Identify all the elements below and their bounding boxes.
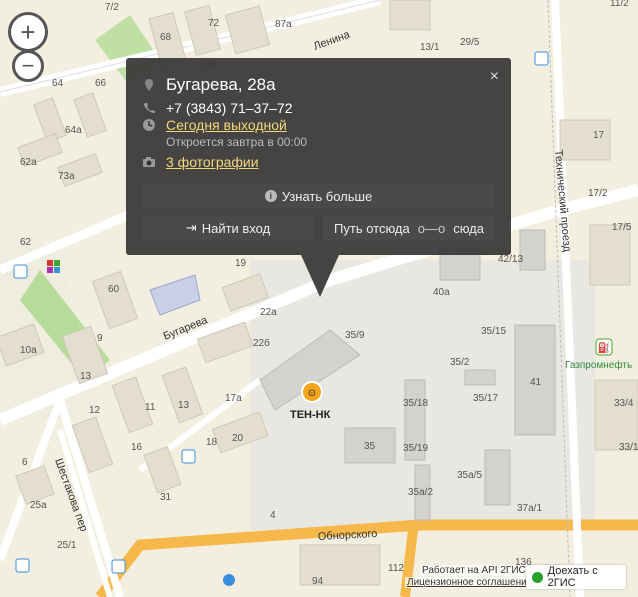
close-icon[interactable]: × [490,68,499,86]
zoom-in-button[interactable]: + [8,12,48,52]
house-number: 35/17 [473,393,498,404]
route-with-2gis-label: Доехать с 2ГИС [547,565,598,589]
house-number: 6 [22,457,28,468]
api-credit[interactable]: Работает на API 2ГИС [420,565,528,576]
route-connector-icon: o—o [417,220,446,236]
house-number: 41 [530,377,542,388]
house-number: 11 [145,402,156,413]
popup-title: Бугарева, 28а [166,75,276,94]
info-icon: i [264,190,277,202]
2gis-logo-icon [532,571,543,583]
house-number: 68 [160,32,172,43]
house-number: 25/1 [57,540,77,551]
house-number: 64а [65,125,82,136]
house-number: 22а [260,307,277,318]
popup-phone[interactable]: +7 (3843) 71–37–72 [166,100,293,116]
map-pin-icon [145,79,153,91]
house-number: 35/9 [345,330,365,341]
tenk-marker[interactable]: ⊙ [301,381,323,403]
house-number: 9 [97,333,103,344]
find-entrance-button[interactable]: ⇥ Найти вход [142,216,314,240]
house-number: 66 [95,78,107,89]
svg-text:⛽: ⛽ [598,341,610,354]
popup-pointer [301,255,339,297]
house-number: 112 [388,563,404,574]
gas-station-icon[interactable]: ⛽ [595,338,613,356]
house-number: 31 [160,492,172,503]
house-number: 37а/1 [517,503,542,514]
camera-icon [143,157,155,167]
svg-text:⊙: ⊙ [308,388,316,399]
zoom-out-button[interactable]: − [12,50,44,82]
popup-opens-text: Откроется завтра в 00:00 [166,135,308,149]
route-to-button[interactable]: сюда [453,221,484,236]
house-number: 4 [270,510,276,521]
house-number: 10а [20,345,37,356]
house-number: 33/4 [614,398,634,409]
clock-icon [143,119,155,131]
house-number: 13 [80,371,92,382]
house-number: 33/1 [619,442,638,453]
house-number: 87а [275,19,292,30]
house-number: 17а [225,393,242,404]
info-popup: × Бугарева, 28а +7 (3843) 71–37–72 Сегод… [126,58,511,255]
popup-schedule-link[interactable]: Сегодня выходной [166,117,287,133]
house-number: 35/18 [403,398,428,409]
house-number: 35а/5 [457,470,482,481]
house-number: 12 [89,405,101,416]
house-number: 29/5 [460,37,480,48]
house-number: 35 [364,441,376,452]
house-number: 40а [433,287,450,298]
house-number: 64 [52,78,64,89]
house-number: 17/5 [612,222,632,233]
house-number: 16 [131,442,143,453]
house-number: 35/19 [403,443,428,454]
house-number: 35/15 [481,326,506,337]
house-number: 42/13 [498,254,523,265]
house-number: 19 [235,258,247,269]
learn-more-label: Узнать больше [281,188,373,204]
house-number: 17/2 [588,188,608,199]
house-number: 20 [232,433,244,444]
location-pin-icon[interactable] [223,574,235,586]
poi-label-gazprom[interactable]: Газпромнефть [565,359,632,371]
house-number: 17 [593,130,605,141]
house-number: 35/2 [450,357,470,368]
entrance-icon: ⇥ [185,220,197,235]
popup-address-row: Бугарева, 28а [142,75,276,95]
house-number: 25а [30,500,47,511]
route-button-group: Путь отсюда o—o сюда [323,216,495,240]
house-number: 11/2 [610,0,629,9]
phone-icon [144,103,155,113]
route-from-button[interactable]: Путь отсюда [334,221,410,236]
poi-label-tenk[interactable]: ТЕН-НК [290,409,331,421]
popup-schedule-row: Сегодня выходной [142,117,287,133]
find-entrance-label: Найти вход [201,220,271,236]
license-link[interactable]: Лицензионное соглашение [405,577,535,588]
house-number: 7/2 [105,2,119,13]
house-number: 60 [108,284,120,295]
popup-photos-row: 3 фотографии [142,154,259,170]
house-number: 72 [208,18,220,29]
house-number: 94 [312,576,324,587]
house-number: 13 [178,400,190,411]
house-number: 18 [206,437,218,448]
house-number: 35а/2 [408,487,433,498]
house-number: 62а [20,157,37,168]
route-with-2gis-button[interactable]: Доехать с 2ГИС [526,565,626,589]
house-number: 13/1 [420,42,440,53]
learn-more-button[interactable]: i Узнать больше [142,184,495,208]
house-number: 22б [253,337,270,349]
popup-phone-row: +7 (3843) 71–37–72 [142,100,293,116]
house-number: 73а [58,171,75,182]
house-number: 62 [20,237,32,248]
popup-photos-link[interactable]: 3 фотографии [166,154,259,170]
